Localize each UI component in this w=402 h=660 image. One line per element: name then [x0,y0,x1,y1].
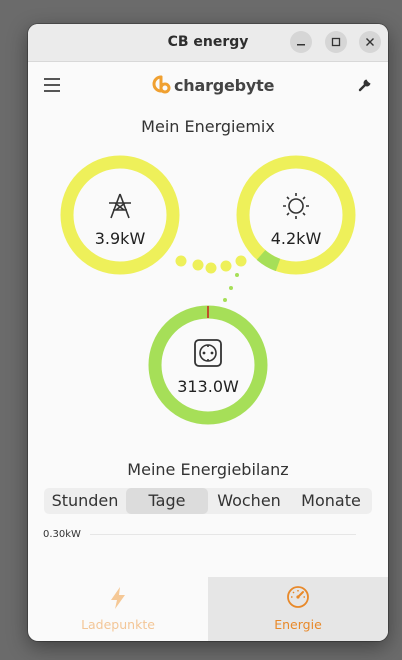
minimize-icon [297,44,305,46]
grid-ring [60,155,180,275]
consumption-ring [148,305,268,425]
lightning-icon [111,587,125,609]
nav-ladepunkte[interactable]: Ladepunkte [28,577,208,641]
close-button[interactable] [359,31,381,53]
tab-wochen[interactable]: Wochen [208,488,290,514]
minimize-button[interactable] [290,31,312,53]
maximize-button[interactable] [325,31,347,53]
bottom-navigation: Ladepunkte Energie [28,577,388,641]
wrench-icon[interactable] [358,76,374,92]
energy-mix-heading: Mein Energiemix [141,117,275,136]
solar-ring [236,155,356,275]
power-socket-icon [194,339,222,367]
chargebyte-logo-icon [152,75,171,94]
tab-tage[interactable]: Tage [126,488,208,514]
grid-to-solar-flow [175,255,247,274]
app-window: CB energy chargebyte Mein Energiemix 3.9… [28,24,388,641]
titlebar[interactable]: CB energy [28,24,388,62]
power-pylon-icon [109,193,131,219]
consumption-marker [207,306,209,318]
app-bar: chargebyte [28,62,388,108]
logo-text: chargebyte [174,75,275,95]
nav-energie-label: Energie [274,617,322,632]
tab-stunden[interactable]: Stunden [44,488,126,514]
chargebyte-logo: chargebyte [150,73,274,97]
energy-balance-heading: Meine Energiebilanz [127,460,289,479]
nav-energie[interactable]: Energie [208,577,388,641]
consumption-power-value: 313.0W [177,377,239,396]
nav-ladepunkte-label: Ladepunkte [81,617,155,632]
speedometer-icon [287,586,309,608]
sun-icon [283,193,309,219]
solar-power-value: 4.2kW [270,229,322,248]
tab-monate[interactable]: Monate [290,488,372,514]
solar-self-consumption-arc [256,249,281,272]
grid-power-value: 3.9kW [94,229,146,248]
close-icon [366,38,374,46]
period-tabs: Stunden Tage Wochen Monate [44,488,372,514]
maximize-icon [331,37,341,47]
menu-icon[interactable] [44,78,60,92]
chart-axis-max-label: 0.30kW [43,529,81,540]
chart-gridline [90,534,356,535]
